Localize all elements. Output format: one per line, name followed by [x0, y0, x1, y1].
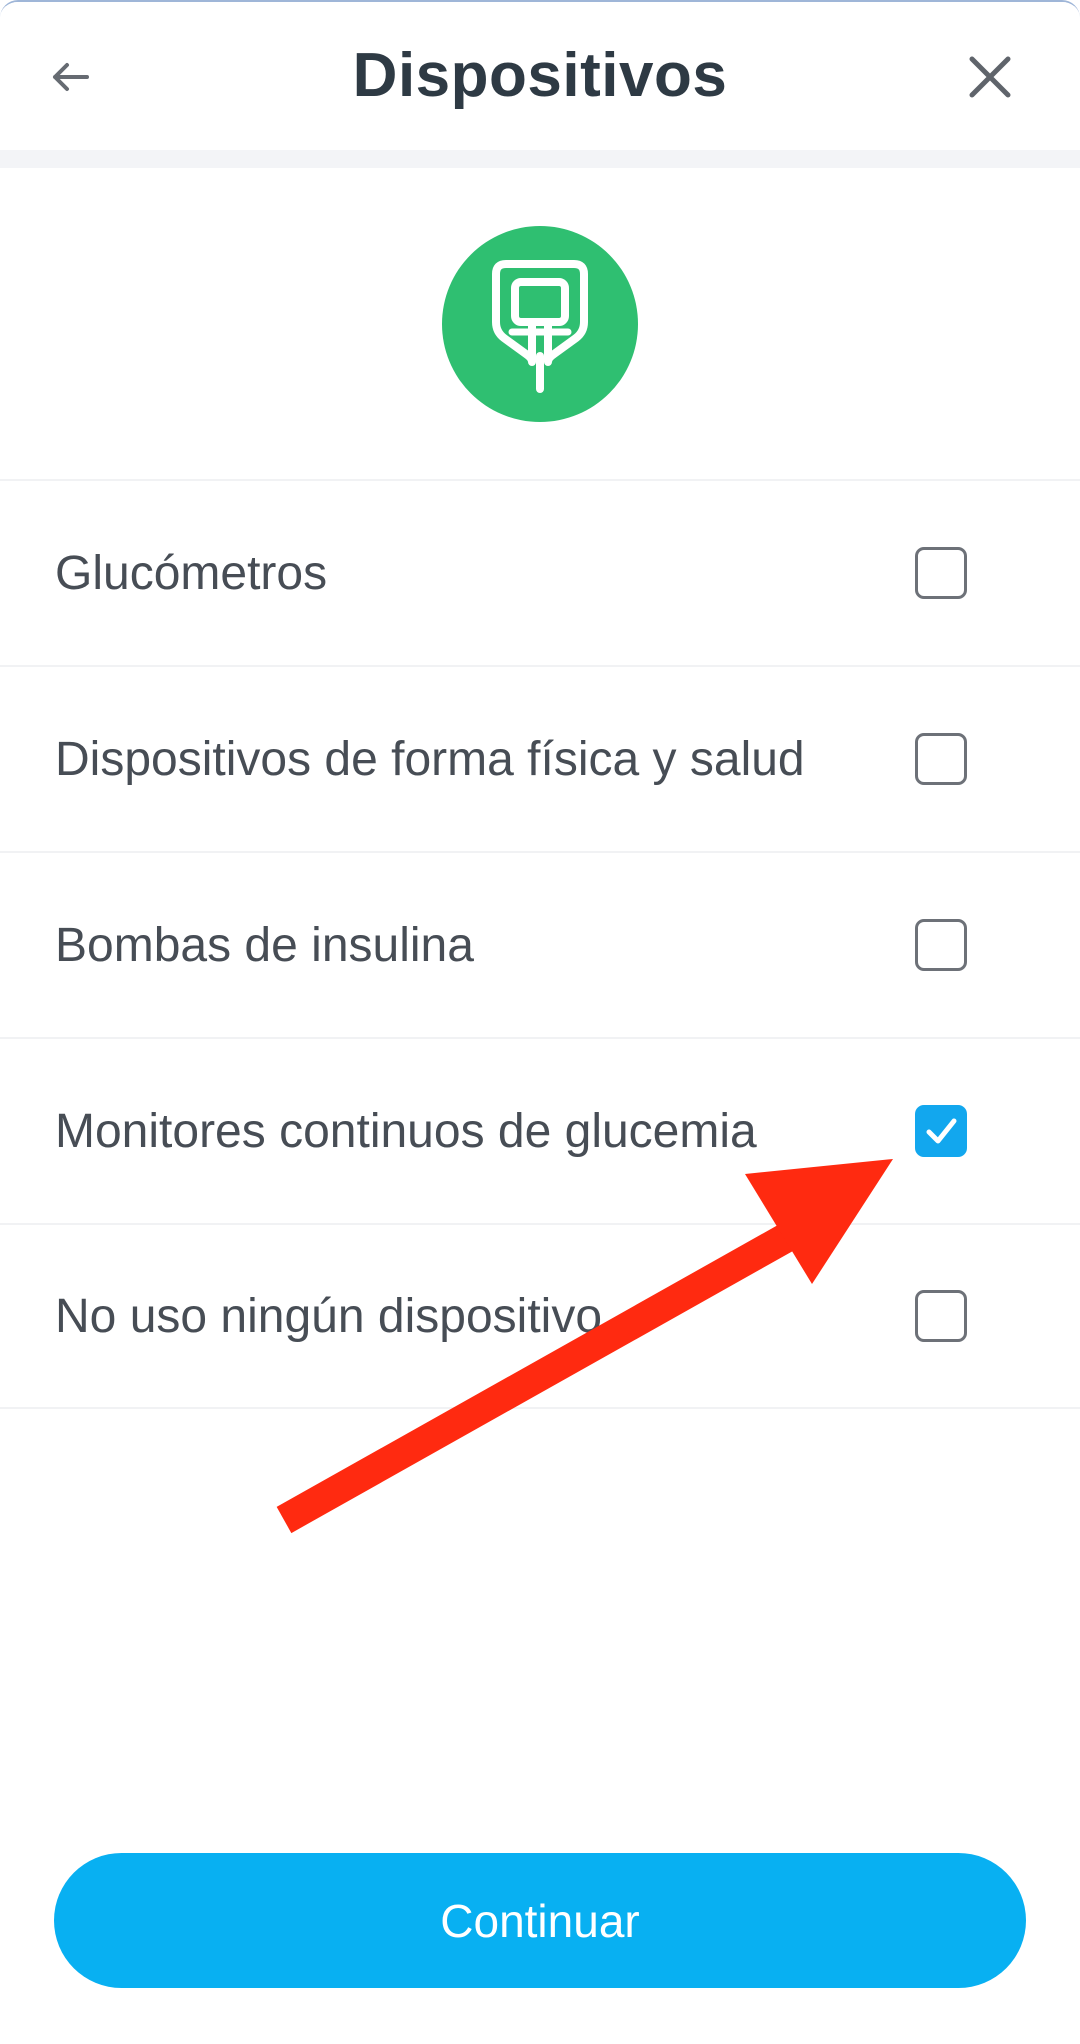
glucometer-badge	[442, 226, 638, 422]
option-label: No uso ningún dispositivo	[55, 1289, 603, 1343]
option-row-no-device[interactable]: No uso ningún dispositivo	[0, 1223, 1080, 1409]
checkbox-fitness-devices[interactable]	[915, 733, 967, 785]
checkbox-glucometers[interactable]	[915, 547, 967, 599]
page-title: Dispositivos	[352, 41, 728, 110]
option-label: Monitores continuos de glucemia	[55, 1104, 757, 1158]
device-options-list: Glucómetros Dispositivos de forma física…	[0, 479, 1080, 1409]
option-row-cgm[interactable]: Monitores continuos de glucemia	[0, 1037, 1080, 1223]
check-icon	[926, 1118, 957, 1144]
option-label: Bombas de insulina	[55, 918, 474, 972]
checkbox-insulin-pumps[interactable]	[915, 919, 967, 971]
close-button[interactable]	[955, 42, 1025, 112]
top-app-bar: Dispositivos	[0, 2, 1080, 152]
header-divider	[0, 150, 1080, 168]
checkbox-cgm[interactable]	[915, 1105, 967, 1157]
continue-button[interactable]: Continuar	[54, 1853, 1026, 1988]
checkbox-no-device[interactable]	[915, 1290, 967, 1342]
glucometer-icon	[442, 226, 638, 422]
devices-screen: Dispositivos Glucómetros Dispositivos de…	[0, 0, 1080, 2044]
option-row-fitness-devices[interactable]: Dispositivos de forma física y salud	[0, 665, 1080, 851]
close-icon	[969, 56, 1011, 98]
option-row-glucometers[interactable]: Glucómetros	[0, 479, 1080, 665]
option-row-insulin-pumps[interactable]: Bombas de insulina	[0, 851, 1080, 1037]
option-label: Dispositivos de forma física y salud	[55, 732, 805, 786]
option-label: Glucómetros	[55, 546, 328, 600]
